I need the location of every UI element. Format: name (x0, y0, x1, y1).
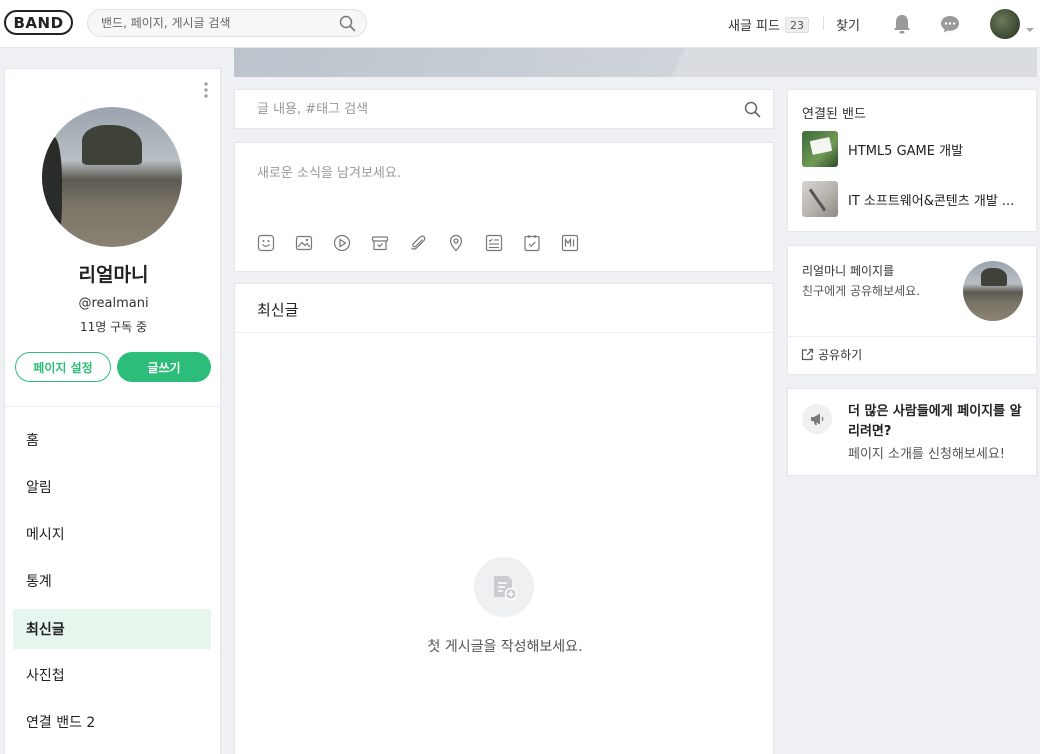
sidebar-item-home[interactable]: 홈 (13, 420, 211, 460)
feed-divider (235, 332, 773, 333)
checklist-icon[interactable] (483, 232, 505, 254)
write-post-button[interactable]: 글쓰기 (117, 352, 211, 382)
sidebar-item-notifications[interactable]: 알림 (13, 467, 211, 507)
photo-rock-shape (82, 125, 142, 165)
share-label: 공유하기 (818, 348, 863, 362)
post-composer[interactable]: 새로운 소식을 남겨보세요. (234, 142, 774, 272)
find-link[interactable]: 찾기 (836, 15, 860, 34)
cover-image (234, 48, 1037, 77)
promo-card[interactable]: 더 많은 사람들에게 페이지를 알리려면? 페이지 소개를 신청해보세요! (787, 388, 1037, 476)
profile-sidebar: 리얼마니 @realmani 11명 구독 중 페이지 설정 글쓰기 홈 알림 … (4, 68, 221, 754)
global-search-input[interactable] (101, 16, 326, 30)
video-icon[interactable] (331, 232, 353, 254)
share-page-photo (963, 261, 1023, 321)
archive-icon[interactable] (369, 232, 391, 254)
photo-shadow-shape (42, 137, 62, 247)
image-icon[interactable] (293, 232, 315, 254)
feed-title: 최신글 (257, 301, 299, 319)
sidebar-item-messages[interactable]: 메시지 (13, 514, 211, 554)
latest-posts-panel: 최신글 첫 게시글을 작성해보세요. (234, 283, 774, 754)
attach-icon[interactable] (407, 232, 429, 254)
linked-band-item[interactable]: IT 소프트웨어&콘텐츠 개발 ... (802, 181, 1028, 217)
composer-placeholder[interactable]: 새로운 소식을 남겨보세요. (257, 162, 401, 181)
empty-feed-message: 첫 게시글을 작성해보세요. (427, 639, 583, 655)
share-message: 리얼마니 페이지를 친구에게 공유해보세요. (802, 261, 952, 301)
page-handle: @realmani (78, 296, 149, 311)
linked-bands-card: 연결된 밴드 HTML5 GAME 개발 IT 소프트웨어&콘텐츠 개발 ... (787, 89, 1037, 232)
global-search[interactable] (87, 9, 367, 37)
user-avatar[interactable] (990, 9, 1020, 39)
band-logo[interactable]: BAND (4, 10, 73, 35)
sidebar-item-linked-bands[interactable]: 연결 밴드 2 (13, 702, 211, 742)
sidebar-divider (5, 406, 220, 407)
share-button[interactable]: 공유하기 (801, 346, 862, 363)
sidebar-item-album[interactable]: 사진첩 (13, 655, 211, 695)
header-divider (823, 16, 824, 30)
promo-title: 더 많은 사람들에게 페이지를 알리려면? (848, 404, 1022, 439)
empty-post-icon (474, 557, 534, 617)
share-line-1: 리얼마니 페이지를 (802, 264, 895, 278)
linked-band-item[interactable]: HTML5 GAME 개발 (802, 131, 1028, 167)
new-feed-link[interactable]: 새글 피드 23 (728, 15, 809, 34)
band-name: IT 소프트웨어&콘텐츠 개발 ... (848, 193, 1015, 209)
page-name: 리얼마니 (78, 264, 149, 286)
share-icon (801, 348, 814, 361)
emoji-icon[interactable] (255, 232, 277, 254)
schedule-icon[interactable] (521, 232, 543, 254)
top-header: BAND 새글 피드 23 찾기 (0, 0, 1040, 48)
profile-photo[interactable] (42, 107, 182, 247)
chat-icon[interactable] (939, 13, 961, 39)
more-options-icon[interactable] (204, 81, 208, 103)
sidebar-item-stats[interactable]: 통계 (13, 561, 211, 601)
photo-rock-shape (981, 268, 1007, 286)
band-thumbnail (802, 131, 838, 167)
chevron-down-icon[interactable] (1025, 19, 1035, 38)
new-feed-label: 새글 피드 (728, 19, 780, 34)
new-feed-count-badge: 23 (784, 16, 809, 33)
band-thumbnail (802, 181, 838, 217)
band-name: HTML5 GAME 개발 (848, 143, 964, 159)
search-icon[interactable] (339, 15, 356, 36)
post-search-input[interactable] (257, 101, 717, 117)
page-settings-button[interactable]: 페이지 설정 (15, 352, 111, 382)
linked-bands-title: 연결된 밴드 (802, 107, 866, 122)
bell-icon[interactable] (891, 13, 913, 39)
location-icon[interactable] (445, 232, 467, 254)
sidebar-item-latest[interactable]: 최신글 (13, 609, 211, 649)
search-icon[interactable] (744, 101, 761, 122)
megaphone-icon (802, 404, 832, 434)
share-divider (788, 336, 1036, 337)
promo-subtitle: 페이지 소개를 신청해보세요! (848, 447, 1005, 462)
share-line-2: 친구에게 공유해보세요. (802, 284, 921, 298)
post-search[interactable] (234, 89, 774, 129)
markdown-icon[interactable] (559, 232, 581, 254)
subscriber-count: 11명 구독 중 (79, 320, 148, 334)
share-page-card: 리얼마니 페이지를 친구에게 공유해보세요. 공유하기 (787, 245, 1037, 375)
